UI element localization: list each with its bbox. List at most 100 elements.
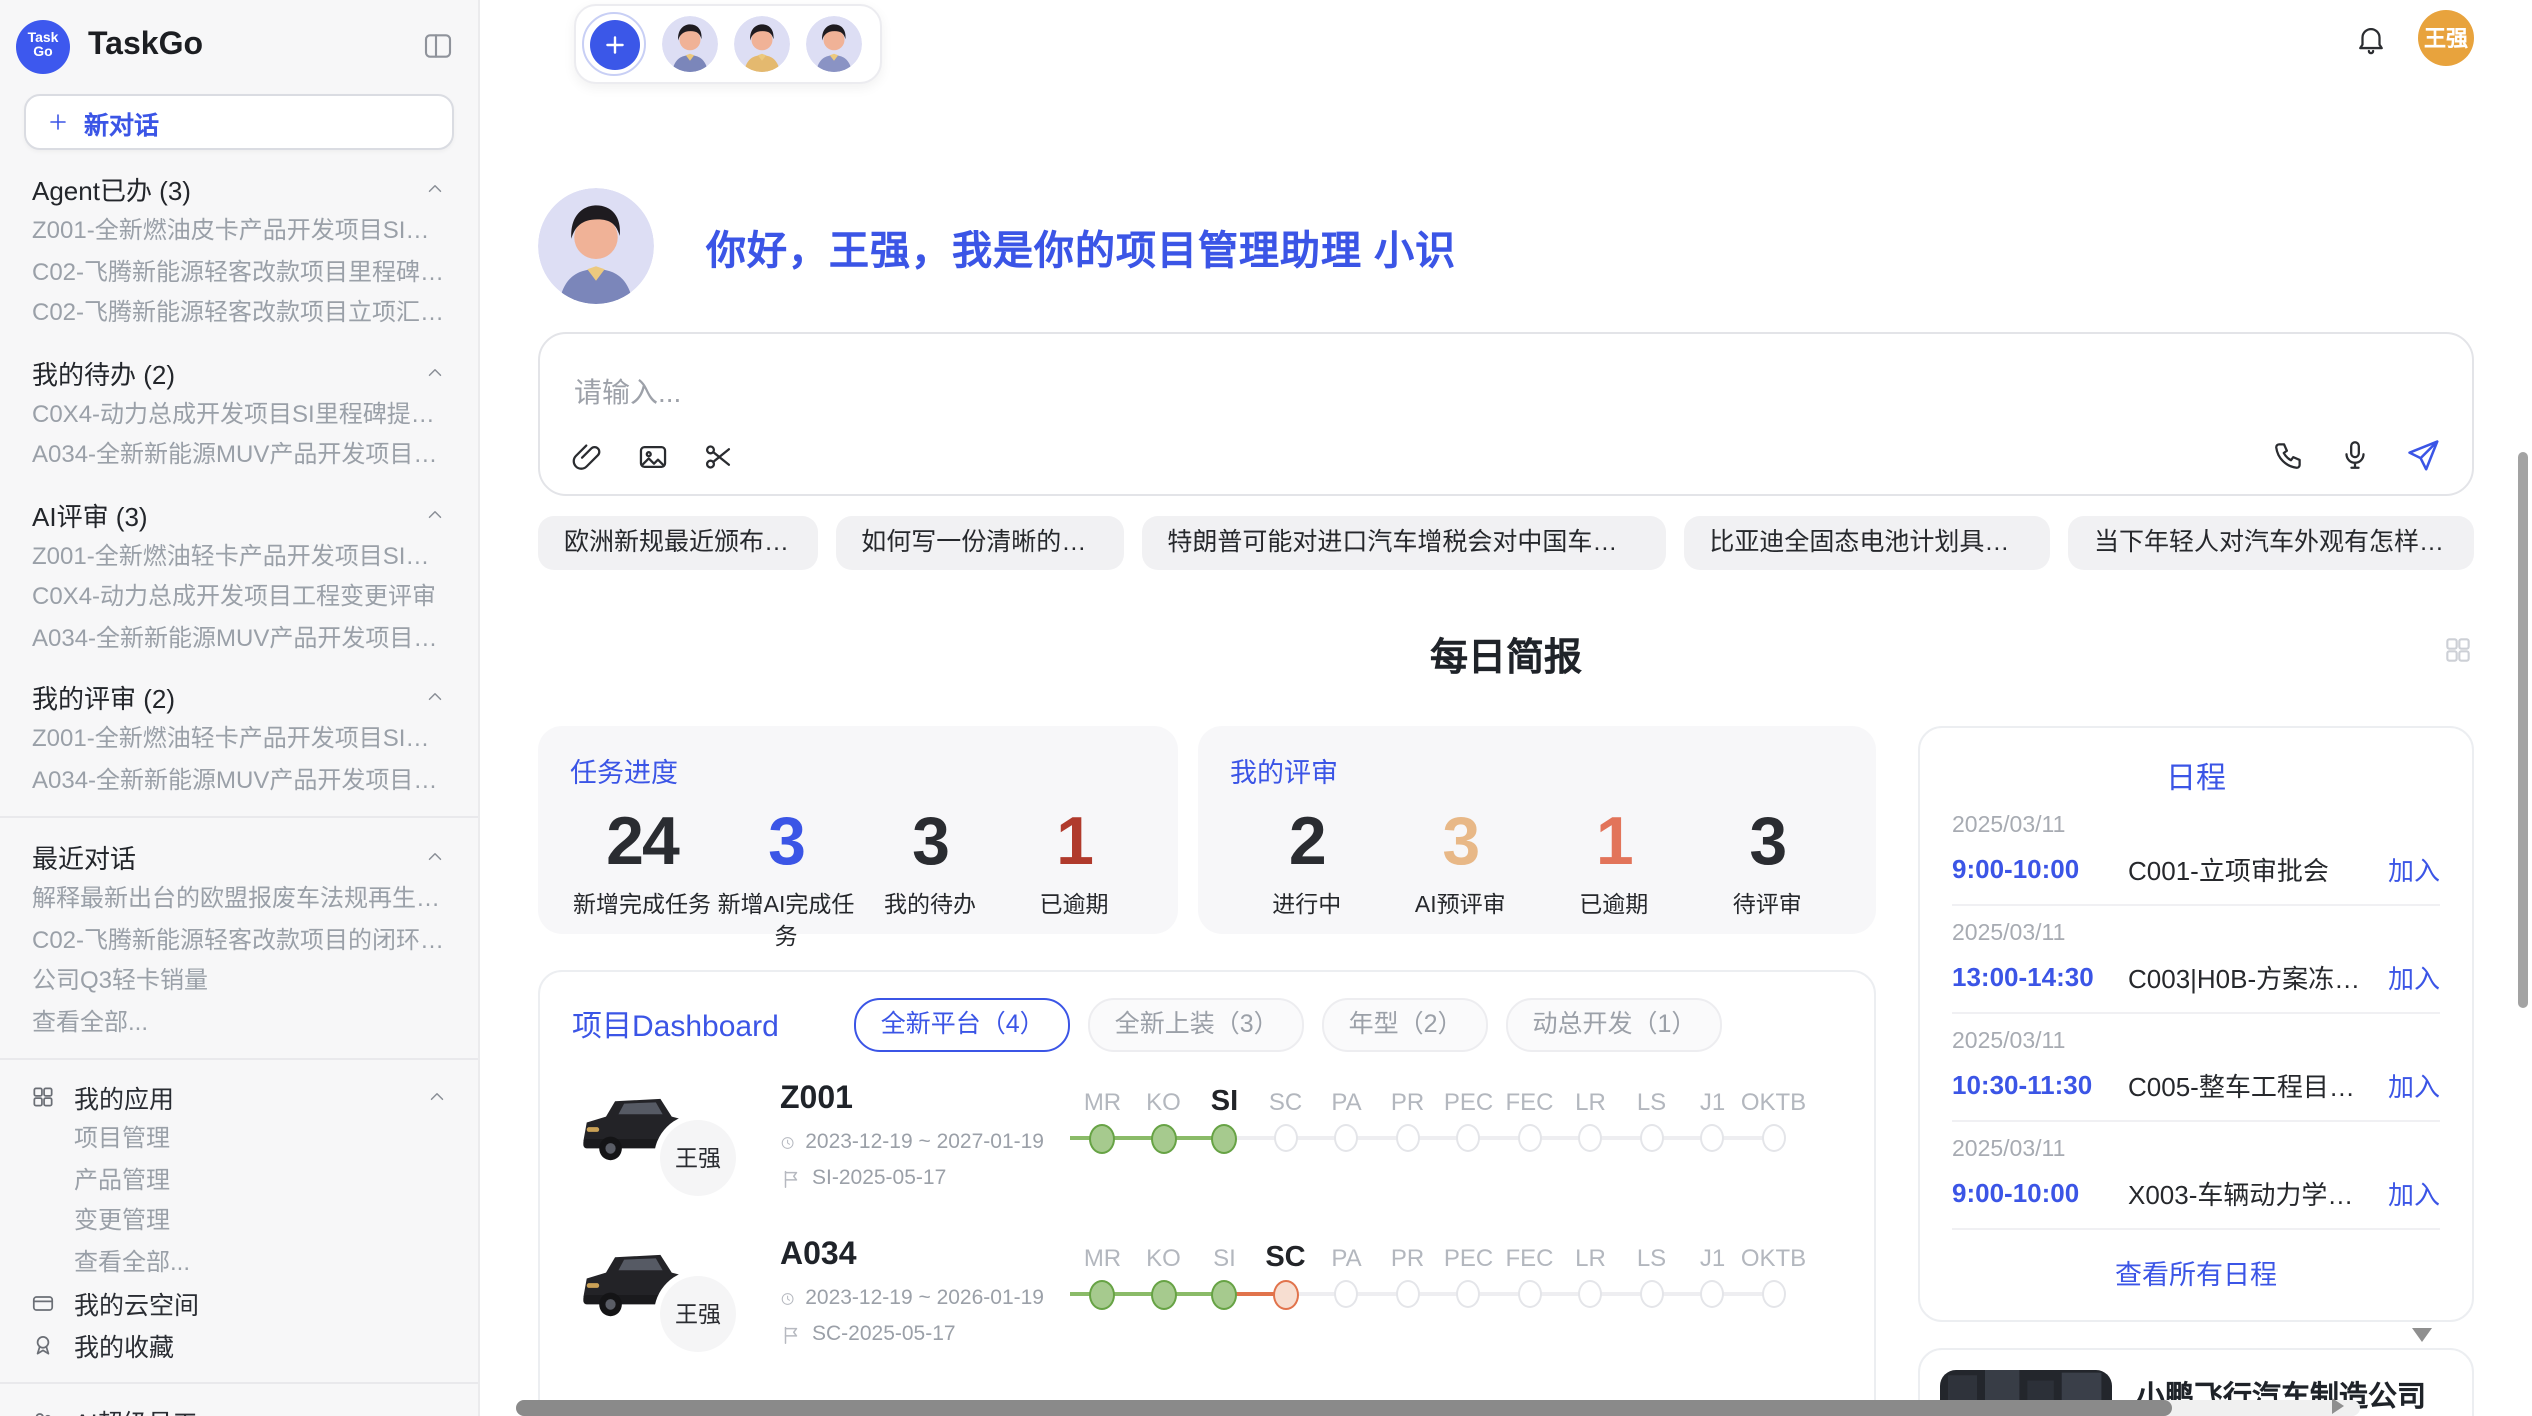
horizontal-scrollbar-track[interactable] — [516, 1400, 2360, 1416]
sidebar-item[interactable]: C02-飞腾新能源轻客改款项目立项汇报方案 — [0, 292, 478, 333]
sidebar-scroll: Agent已办 (3)Z001-全新燃油皮卡产品开发项目SI节点Lesson L… — [0, 150, 478, 1416]
sidebar: Task Go TaskGo 新对话 Agent已办 (3)Z001-全新燃油皮… — [0, 0, 480, 1416]
suggestion-chip[interactable]: 比亚迪全固态电池计划具体说了什么 — [1683, 516, 2050, 570]
event-join-link[interactable]: 加入 — [2388, 1066, 2440, 1104]
stat-value: 2 — [1230, 802, 1384, 882]
suggestion-chip[interactable]: 如何写一份清晰的项目周报 — [835, 516, 1123, 570]
my-apps-header[interactable]: 我的应用 — [0, 1076, 478, 1118]
sidebar-section-header[interactable]: AI评审 (3) — [0, 493, 478, 535]
sidebar-item[interactable]: Z001-全新燃油轻卡产品开发项目SI造型提交物评审 — [0, 535, 478, 576]
event-row: 9:00-10:00C001-立项审批会加入 — [1952, 852, 2440, 886]
horizontal-scrollbar-thumb[interactable] — [516, 1400, 2172, 1416]
sidebar-section-header[interactable]: Agent已办 (3) — [0, 168, 478, 210]
vertical-scrollbar[interactable] — [2518, 452, 2528, 1008]
milestone: PR — [1377, 1240, 1438, 1364]
app-item[interactable]: 项目管理 — [0, 1118, 478, 1159]
event-join-link[interactable]: 加入 — [2388, 1174, 2440, 1212]
layout-grid-icon[interactable] — [2442, 634, 2474, 666]
logo-line2: Go — [33, 46, 52, 61]
schedule-event: 2025/03/1113:00-14:30C003|H0B-方案冻结评审加入 — [1952, 906, 2440, 1014]
milestone: KO — [1133, 1240, 1194, 1364]
sidebar-link[interactable]: 我的收藏 — [0, 1324, 478, 1366]
sidebar-item[interactable]: A034-全新新能源MUV产品开发项目计划变更表编写 — [0, 434, 478, 475]
milestone-dot — [1335, 1124, 1359, 1152]
suggestion-chip[interactable]: 当下年轻人对汽车外观有怎样的喜好趋势 — [2068, 516, 2474, 570]
schedule-title: 日程 — [1952, 756, 2440, 798]
logo-line1: Task — [28, 31, 59, 46]
milestone: OKTB — [1743, 1240, 1804, 1364]
milestone-dot — [1762, 1124, 1786, 1152]
send-icon[interactable] — [2404, 436, 2442, 474]
scissors-icon[interactable] — [702, 440, 736, 474]
app-item[interactable]: 查看全部... — [0, 1241, 478, 1282]
sidebar-section-header[interactable]: 我的评审 (2) — [0, 676, 478, 718]
recent-chat-item[interactable]: C02-飞腾新能源轻客改款项目的闭环通告反馈情况 — [0, 919, 478, 960]
agent-avatar-1[interactable] — [662, 16, 718, 72]
sidebar-item[interactable]: A034-全新新能源MUV产品开发项目造型可行性评审 — [0, 759, 478, 800]
event-join-link[interactable]: 加入 — [2388, 850, 2440, 888]
project-info: Z0012023-12-19 ~ 2027-01-19SI-2025-05-17 — [780, 1080, 1044, 1208]
app-item[interactable]: 产品管理 — [0, 1159, 478, 1200]
sidebar-section-title: 我的待办 (2) — [32, 353, 175, 391]
milestone-dot — [1274, 1124, 1298, 1152]
sidebar-item[interactable]: C0X4-动力总成开发项目SI里程碑提交物检查 — [0, 393, 478, 434]
sidebar-section-header[interactable]: 我的待办 (2) — [0, 351, 478, 393]
dashboard-filter-chip[interactable]: 全新上装（3） — [1089, 998, 1305, 1052]
sidebar-item[interactable]: A034-全新新能源MUV产品开发项目法规符合性评审 — [0, 617, 478, 658]
main-area: 王强 你好，王强，我是你的项目管理助理 小识 请输入... — [480, 0, 2532, 1416]
clock-icon — [780, 1131, 795, 1153]
suggestion-chip[interactable]: 特朗普可能对进口汽车增税会对中国车企造成哪些影响 — [1141, 516, 1665, 570]
recent-chat-item[interactable]: 查看全部... — [0, 1001, 478, 1042]
milestone: SC — [1255, 1240, 1316, 1364]
milestone-label: PR — [1391, 1084, 1424, 1120]
agent-avatar-2[interactable] — [734, 16, 790, 72]
agent-avatar-3[interactable] — [806, 16, 862, 72]
milestone-dot — [1701, 1124, 1725, 1152]
phone-icon[interactable] — [2272, 438, 2306, 472]
view-all-schedule-link[interactable]: 查看所有日程 — [1952, 1230, 2440, 1304]
dashboard-filter-chip[interactable]: 全新平台（4） — [855, 998, 1071, 1052]
milestone-dot — [1090, 1124, 1116, 1154]
sidebar-link[interactable]: 我的云空间 — [0, 1282, 478, 1324]
mic-icon[interactable] — [2338, 438, 2372, 472]
recent-chat-item[interactable]: 解释最新出台的欧盟报废车法规再生塑料比例被调至15%... — [0, 878, 478, 919]
recent-chats-header[interactable]: 最近对话 — [0, 836, 478, 878]
stat: 3我的待办 — [858, 802, 1002, 952]
sidebar-item[interactable]: Z001-全新燃油皮卡产品开发项目SI节点Lesson Learn报告 — [0, 210, 478, 251]
milestone-label: FEC — [1506, 1240, 1554, 1276]
milestone-dot — [1701, 1280, 1725, 1308]
milestone-dot — [1090, 1280, 1116, 1310]
dashboard-filter-chip[interactable]: 年型（2） — [1323, 998, 1489, 1052]
paperclip-icon[interactable] — [570, 440, 604, 474]
sidebar-item[interactable]: C0X4-动力总成开发项目工程变更评审 — [0, 576, 478, 617]
suggestion-chip[interactable]: 欧洲新规最近颁布了什么? — [538, 516, 817, 570]
milestone-label: LR — [1575, 1240, 1606, 1276]
event-join-link[interactable]: 加入 — [2388, 958, 2440, 996]
sidebar-item[interactable]: C02-飞腾新能源轻客改款项目里程碑画布 — [0, 251, 478, 292]
milestone: MR — [1072, 1240, 1133, 1364]
sidebar-collapse-icon[interactable] — [422, 30, 454, 62]
sidebar-tool[interactable]: AI超级员工 — [0, 1400, 478, 1416]
chevron-up-icon — [424, 178, 446, 200]
add-agent-button[interactable] — [582, 12, 646, 76]
recent-chat-item[interactable]: 公司Q3轻卡销量 — [0, 960, 478, 1001]
event-date: 2025/03/11 — [1952, 1138, 2440, 1166]
milestone-label: SC — [1265, 1240, 1305, 1276]
event-time: 10:30-11:30 — [1952, 1070, 2128, 1100]
briefing-header: 每日简报 — [538, 628, 2474, 676]
composer[interactable]: 请输入... — [538, 332, 2474, 496]
sidebar-item[interactable]: Z001-全新燃油轻卡产品开发项目SI节点属性5D文件评审 — [0, 718, 478, 759]
schedule-event: 2025/03/1110:30-11:30C005-整车工程目标评审加入 — [1952, 1014, 2440, 1122]
sidebar-tool-label: AI超级员工 — [74, 1402, 198, 1416]
milestone: PEC — [1438, 1084, 1499, 1208]
scroll-right-arrow[interactable] — [2332, 1398, 2344, 1414]
app-item[interactable]: 变更管理 — [0, 1200, 478, 1241]
notification-bell-icon[interactable] — [2354, 21, 2388, 55]
scroll-down-arrow[interactable] — [2412, 1328, 2432, 1342]
user-avatar[interactable]: 王强 — [2418, 10, 2474, 66]
divider — [0, 1058, 478, 1060]
new-chat-button[interactable]: 新对话 — [24, 94, 454, 150]
milestone-dot — [1151, 1124, 1177, 1154]
image-icon[interactable] — [636, 440, 670, 474]
dashboard-filter-chip[interactable]: 动总开发（1） — [1507, 998, 1723, 1052]
